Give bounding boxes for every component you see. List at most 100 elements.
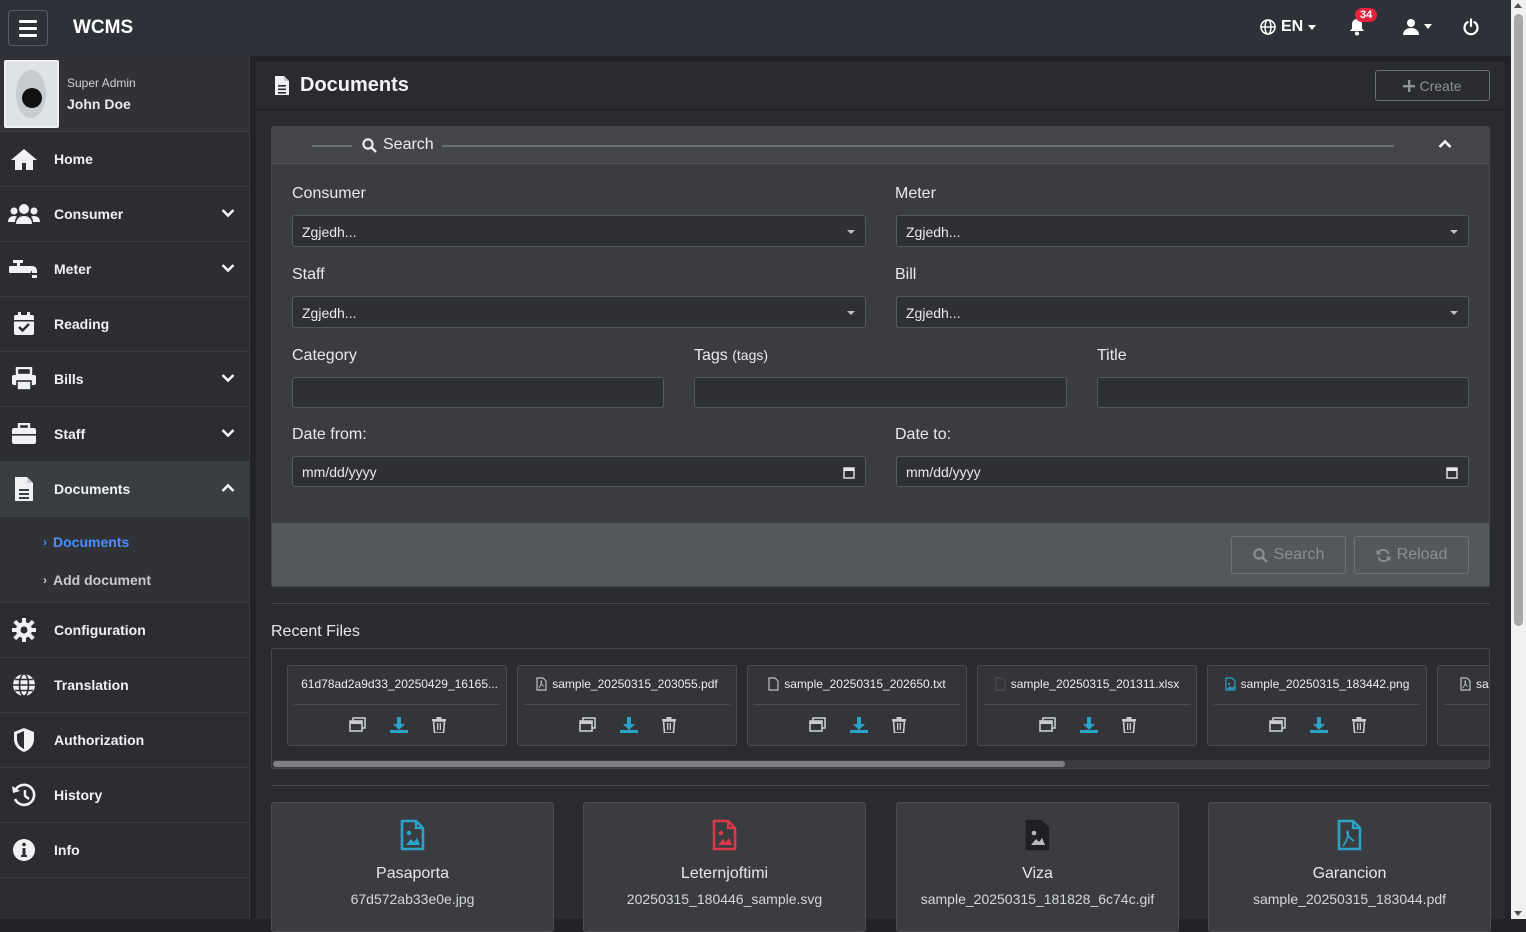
sidebar-item-info[interactable]: Info: [0, 823, 249, 878]
shield-icon: [13, 727, 35, 753]
file-name[interactable]: sa: [1460, 677, 1490, 691]
chevron-down-icon: [221, 208, 235, 218]
globe-icon: [1260, 19, 1276, 35]
calendar-icon[interactable]: [843, 466, 855, 479]
search-button[interactable]: Search: [1231, 536, 1346, 574]
document-card[interactable]: Garancion sample_20250315_183044.pdf: [1208, 802, 1491, 932]
date-from-input[interactable]: mm/dd/yyyy: [292, 456, 866, 487]
trash-icon[interactable]: [662, 717, 676, 733]
consumer-select[interactable]: Zgjedh...: [292, 215, 866, 247]
reload-button[interactable]: Reload: [1354, 536, 1469, 574]
briefcase-icon: [11, 423, 37, 445]
document-card[interactable]: Leternjoftimi 20250315_180446_sample.svg: [583, 802, 866, 932]
file-pdf-icon: [1337, 819, 1362, 851]
dropdown-arrow-icon: [847, 230, 855, 234]
trash-icon[interactable]: [1122, 717, 1136, 733]
file-pdf-icon: [536, 677, 547, 691]
document-card[interactable]: Viza sample_20250315_181828_6c74c.gif: [896, 802, 1179, 932]
file-name[interactable]: sample_20250315_203055.pdf: [526, 677, 728, 691]
create-button[interactable]: Create: [1375, 70, 1490, 101]
chevron-right-icon: ›: [43, 573, 47, 587]
page-header: Documents Create: [256, 62, 1505, 110]
download-icon[interactable]: [390, 717, 408, 733]
sidebar-item-history[interactable]: History: [0, 768, 249, 823]
users-icon: [8, 203, 40, 225]
file-name[interactable]: sample_20250315_201311.xlsx: [986, 677, 1188, 691]
open-window-icon[interactable]: [809, 717, 826, 733]
trash-icon[interactable]: [432, 717, 446, 733]
file-name[interactable]: 61d78ad2a9d33_20250429_16165...: [296, 677, 498, 691]
category-label: Category: [292, 347, 357, 365]
search-panel: Search Consumer Zgjedh... Meter Zgjedh..…: [271, 126, 1490, 587]
document-card[interactable]: Pasaporta 67d572ab33e0e.jpg: [271, 802, 554, 932]
category-input[interactable]: [292, 377, 664, 408]
trash-icon[interactable]: [1352, 717, 1366, 733]
search-legend-label: Search: [383, 136, 434, 154]
date-to-input[interactable]: mm/dd/yyyy: [896, 456, 1469, 487]
search-legend: Search: [362, 136, 434, 154]
carousel-scrollbar-thumb[interactable]: [273, 761, 1065, 767]
meter-select[interactable]: Zgjedh...: [896, 215, 1469, 247]
submenu-item-label: Add document: [53, 572, 151, 588]
staff-label: Staff: [292, 266, 325, 284]
staff-select[interactable]: Zgjedh...: [292, 296, 866, 328]
document-filename: sample_20250315_183044.pdf: [1209, 891, 1490, 907]
recent-file-card: sa: [1437, 665, 1490, 746]
page-scrollbar[interactable]: [1511, 0, 1526, 919]
open-window-icon[interactable]: [349, 717, 366, 733]
sidebar-item-configuration[interactable]: Configuration: [0, 603, 249, 658]
language-selector[interactable]: EN: [1260, 18, 1316, 36]
submenu-item-documents[interactable]: ›Documents: [0, 523, 249, 561]
open-window-icon[interactable]: [1269, 717, 1286, 733]
download-icon[interactable]: [620, 717, 638, 733]
globe-icon: [12, 673, 36, 697]
scrollbar-thumb[interactable]: [1514, 14, 1523, 626]
sidebar-item-consumer[interactable]: Consumer: [0, 187, 249, 242]
chevron-up-icon[interactable]: [1438, 139, 1452, 149]
legend-divider: [312, 145, 352, 147]
dropdown-arrow-icon: [847, 311, 855, 315]
sidebar-item-translation[interactable]: Translation: [0, 658, 249, 713]
download-icon[interactable]: [1310, 717, 1328, 733]
sidebar-item-label: History: [54, 787, 102, 803]
open-window-icon[interactable]: [579, 717, 596, 733]
sidebar-item-reading[interactable]: Reading: [0, 297, 249, 352]
trash-icon[interactable]: [892, 717, 906, 733]
brand-logo[interactable]: WCMS: [73, 17, 133, 39]
sidebar-item-documents[interactable]: Documents: [0, 462, 249, 517]
info-icon: [12, 838, 36, 862]
carousel-scrollbar[interactable]: [273, 760, 1490, 768]
scroll-up-arrow[interactable]: [1514, 3, 1522, 8]
card-divider: [524, 704, 730, 705]
open-window-icon[interactable]: [1039, 717, 1056, 733]
chevron-down-icon: [221, 428, 235, 438]
sidebar-item-label: Translation: [54, 677, 129, 693]
submenu-item-add-document[interactable]: › Add document: [0, 561, 249, 599]
download-icon[interactable]: [1080, 717, 1098, 733]
sidebar-item-staff[interactable]: Staff: [0, 407, 249, 462]
sidebar-item-authorization[interactable]: Authorization: [0, 713, 249, 768]
document-title: Viza: [897, 865, 1178, 883]
tags-input[interactable]: [694, 377, 1067, 408]
search-icon: [362, 138, 377, 153]
file-actions: [288, 717, 506, 733]
download-icon[interactable]: [850, 717, 868, 733]
scroll-down-arrow[interactable]: [1514, 911, 1522, 916]
tags-hint: (tags): [732, 347, 768, 363]
file-name[interactable]: sample_20250315_202650.txt: [756, 677, 958, 691]
sidebar-item-bills[interactable]: Bills: [0, 352, 249, 407]
sidebar-item-home[interactable]: Home: [0, 132, 249, 187]
calendar-icon[interactable]: [1446, 466, 1458, 479]
search-panel-footer: Search Reload: [272, 523, 1489, 586]
title-input[interactable]: [1097, 377, 1469, 408]
menu-toggle-button[interactable]: [8, 10, 48, 46]
select-value: Zgjedh...: [906, 305, 960, 321]
sidebar-item-meter[interactable]: Meter: [0, 242, 249, 297]
logout-button[interactable]: [1462, 18, 1480, 41]
document-icon: [14, 476, 34, 502]
bill-select[interactable]: Zgjedh...: [896, 296, 1469, 328]
file-name[interactable]: sample_20250315_183442.png: [1216, 677, 1418, 691]
user-menu[interactable]: [1403, 18, 1432, 35]
file-image-icon: [1025, 819, 1050, 851]
tags-label: Tags (tags): [694, 347, 768, 365]
